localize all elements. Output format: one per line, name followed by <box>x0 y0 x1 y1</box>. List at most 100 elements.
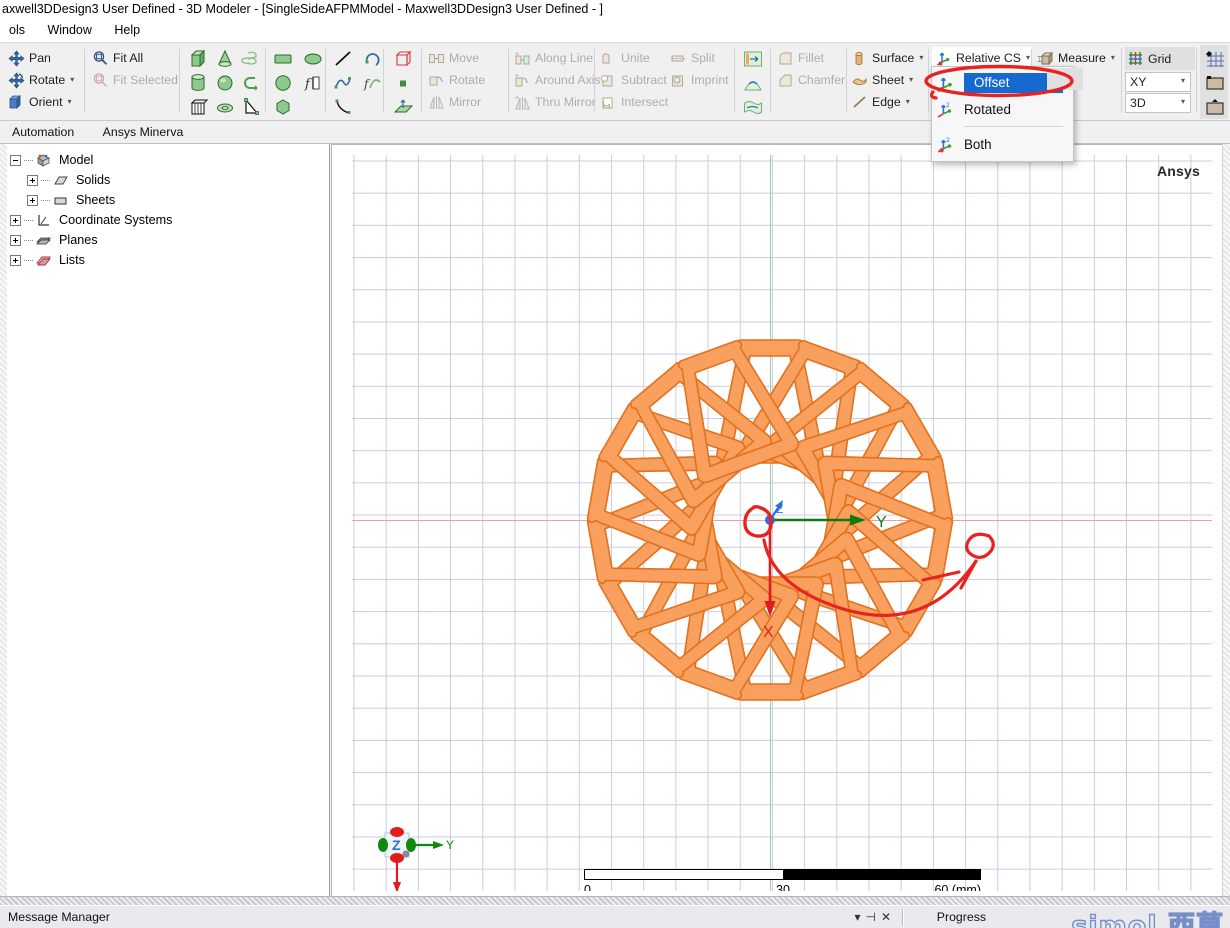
move-button[interactable]: Move <box>426 47 511 69</box>
chevron-down-icon[interactable]: ▾ <box>68 98 72 106</box>
snap-grid-icon[interactable] <box>1204 49 1226 70</box>
duplicate-thru-mirror-button[interactable]: + Thru Mirror <box>512 91 600 113</box>
mirror-button[interactable]: Mirror <box>426 91 511 113</box>
chevron-down-icon[interactable]: ▾ <box>906 98 910 106</box>
intersect-button[interactable]: Intersect <box>598 91 668 113</box>
equation-curve-icon[interactable]: f <box>362 73 384 94</box>
close-icon[interactable]: ✕ <box>881 910 896 924</box>
grid-button[interactable]: Grid <box>1125 47 1195 70</box>
edge-select-button[interactable]: Edge ▾ <box>849 91 929 113</box>
tree-node-model[interactable]: Model <box>10 150 328 170</box>
sweep-around-axis-icon[interactable] <box>742 73 764 94</box>
model-tree-panel: Model Solids Sheets Coordinate Systems P… <box>0 144 330 896</box>
duplicate-around-axis-button[interactable]: + Around Axis <box>512 69 601 91</box>
expand-toggle-solids[interactable] <box>27 174 38 186</box>
chevron-down-icon[interactable]: ▾ <box>70 76 74 84</box>
right-scroll-gutter[interactable] <box>1222 144 1230 896</box>
spline-icon[interactable] <box>332 73 354 94</box>
sweep-along-path-icon[interactable] <box>742 97 764 118</box>
hide-window-icon[interactable] <box>1204 97 1226 118</box>
fit-selected-icon <box>92 72 109 89</box>
tree-node-planes[interactable]: Planes <box>10 230 328 250</box>
equation-surface-icon[interactable]: f <box>302 73 324 94</box>
grid-mode-select[interactable]: 3D ▾ <box>1125 93 1191 113</box>
offset-cs-icon <box>936 75 953 92</box>
create-region-icon[interactable] <box>392 49 414 70</box>
tree-connector <box>41 199 50 201</box>
split-button[interactable]: Split <box>668 47 733 69</box>
helix-icon[interactable] <box>240 49 263 70</box>
y-axis-line <box>770 155 771 891</box>
expand-toggle-coordinate-systems[interactable] <box>10 214 21 226</box>
tree-node-lists[interactable]: Lists <box>10 250 328 270</box>
duplicate-along-line-button[interactable]: + Along Line <box>512 47 600 69</box>
rotate-object-icon <box>428 72 445 89</box>
orient-button[interactable]: Orient ▾ <box>6 91 84 113</box>
surface-select-button[interactable]: Surface ▾ <box>849 47 929 69</box>
tree-node-sheets[interactable]: Sheets <box>10 190 328 210</box>
menu-item-help[interactable]: Help <box>105 19 149 42</box>
tree-node-coordinate-systems[interactable]: Coordinate Systems <box>10 210 328 230</box>
pin-icon[interactable]: ⊣ <box>865 910 880 924</box>
point-icon[interactable] <box>392 73 414 94</box>
chevron-down-icon[interactable]: ▾ <box>1111 54 1115 62</box>
cylinder-icon[interactable] <box>187 73 209 94</box>
scale-mid-label: 30 <box>776 883 790 891</box>
intersect-label: Intersect <box>621 95 669 109</box>
dock-menu-icon[interactable]: ▾ <box>854 910 865 924</box>
show-window-icon[interactable] <box>1204 73 1226 94</box>
x-axis-line <box>352 520 1212 521</box>
rotate-object-button[interactable]: Rotate <box>426 69 511 91</box>
tab-ansys-minerva[interactable]: Ansys Minerva <box>91 121 196 143</box>
chevron-down-icon[interactable]: ▾ <box>1181 97 1185 106</box>
dock-splitter[interactable] <box>0 896 1230 905</box>
bondwire-icon[interactable] <box>241 73 263 94</box>
expand-toggle-sheets[interactable] <box>27 194 38 206</box>
modeler-3d-view[interactable]: Y X Z Z Y X <box>352 155 1212 891</box>
cone-icon[interactable] <box>214 49 236 70</box>
regular-polyhedron-icon[interactable] <box>187 97 209 118</box>
arc-3point-icon[interactable] <box>332 97 354 118</box>
toolbar-group-grid: Grid XY ▾ 3D ▾ <box>1125 45 1195 119</box>
regular-polygon-icon[interactable] <box>272 97 294 118</box>
chevron-down-icon[interactable]: ▾ <box>1026 54 1030 62</box>
sheet-select-button[interactable]: Sheet ▾ <box>849 69 929 91</box>
sphere-icon[interactable] <box>214 73 236 94</box>
fit-selected-button[interactable]: Fit Selected <box>90 69 178 91</box>
expand-toggle-planes[interactable] <box>10 234 21 246</box>
dropdown-item-both[interactable]: 2 Both <box>932 131 1073 157</box>
tab-automation[interactable]: Automation <box>0 121 86 143</box>
chevron-down-icon[interactable]: ▾ <box>1181 76 1185 85</box>
line-icon[interactable] <box>332 49 354 70</box>
pan-button[interactable]: Pan <box>6 47 84 69</box>
chevron-down-icon[interactable]: ▾ <box>909 76 913 84</box>
expand-toggle-lists[interactable] <box>10 254 21 266</box>
imprint-button[interactable]: Imprint <box>668 69 733 91</box>
collapse-toggle-model[interactable] <box>10 154 21 166</box>
subtract-button[interactable]: Subtract <box>598 69 668 91</box>
model-tree: Model Solids Sheets Coordinate Systems P… <box>10 150 328 270</box>
move-label: Move <box>449 51 480 65</box>
rotate-view-button[interactable]: Rotate ▾ <box>6 69 84 91</box>
chamfer-button[interactable]: Chamfer <box>775 69 847 91</box>
circle-icon[interactable] <box>272 73 294 94</box>
fit-all-button[interactable]: Fit All <box>90 47 178 69</box>
left-scroll-gutter[interactable] <box>0 144 7 896</box>
dropdown-item-rotated[interactable]: 2 Rotated <box>932 96 1073 122</box>
arc-center-point-icon[interactable] <box>362 49 384 70</box>
torus-icon[interactable] <box>214 97 236 118</box>
sweep-along-vector-icon[interactable] <box>742 49 764 70</box>
grid-plane-select[interactable]: XY ▾ <box>1125 72 1191 92</box>
rectangle-icon[interactable] <box>272 49 294 70</box>
plane-icon[interactable] <box>392 97 414 118</box>
box-icon[interactable] <box>187 49 209 70</box>
user-defined-primitive-icon[interactable] <box>241 97 263 118</box>
tree-node-solids[interactable]: Solids <box>10 170 328 190</box>
menu-item-tools[interactable]: ols <box>0 19 34 42</box>
menu-item-window[interactable]: Window <box>38 19 100 42</box>
unite-button[interactable]: Unite <box>598 47 668 69</box>
ellipse-icon[interactable] <box>302 49 324 70</box>
toolbar-group-selection: Surface ▾ Sheet ▾ Edge ▾ <box>849 45 929 119</box>
chevron-down-icon[interactable]: ▾ <box>919 54 923 62</box>
fillet-button[interactable]: Fillet <box>775 47 847 69</box>
